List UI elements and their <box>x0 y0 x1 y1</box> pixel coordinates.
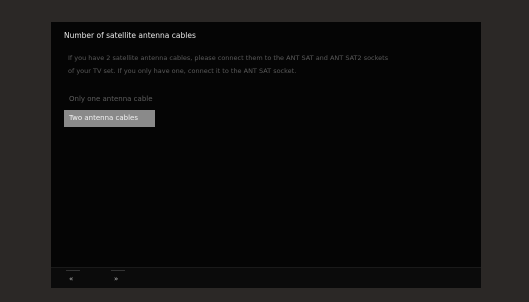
back-button[interactable]: « <box>66 268 82 288</box>
divider <box>66 270 80 271</box>
navigation-footer: « » <box>51 267 481 288</box>
antenna-options-list: Only one antenna cable Two antenna cable… <box>64 92 158 127</box>
setup-screen: Number of satellite antenna cables If yo… <box>51 22 481 288</box>
description-line: of your TV set. If you only have one, co… <box>68 67 297 75</box>
tv-bezel: Number of satellite antenna cables If yo… <box>0 0 529 302</box>
back-arrow-icon: « <box>69 275 73 283</box>
option-one-antenna-cable[interactable]: Only one antenna cable <box>64 92 158 107</box>
forward-button[interactable]: » <box>111 268 127 288</box>
dialog-description: If you have 2 satellite antenna cables, … <box>68 52 478 78</box>
description-line: If you have 2 satellite antenna cables, … <box>68 54 389 62</box>
dialog-title: Number of satellite antenna cables <box>64 31 196 40</box>
divider <box>111 270 125 271</box>
forward-arrow-icon: » <box>114 275 118 283</box>
option-two-antenna-cables[interactable]: Two antenna cables <box>64 110 155 127</box>
